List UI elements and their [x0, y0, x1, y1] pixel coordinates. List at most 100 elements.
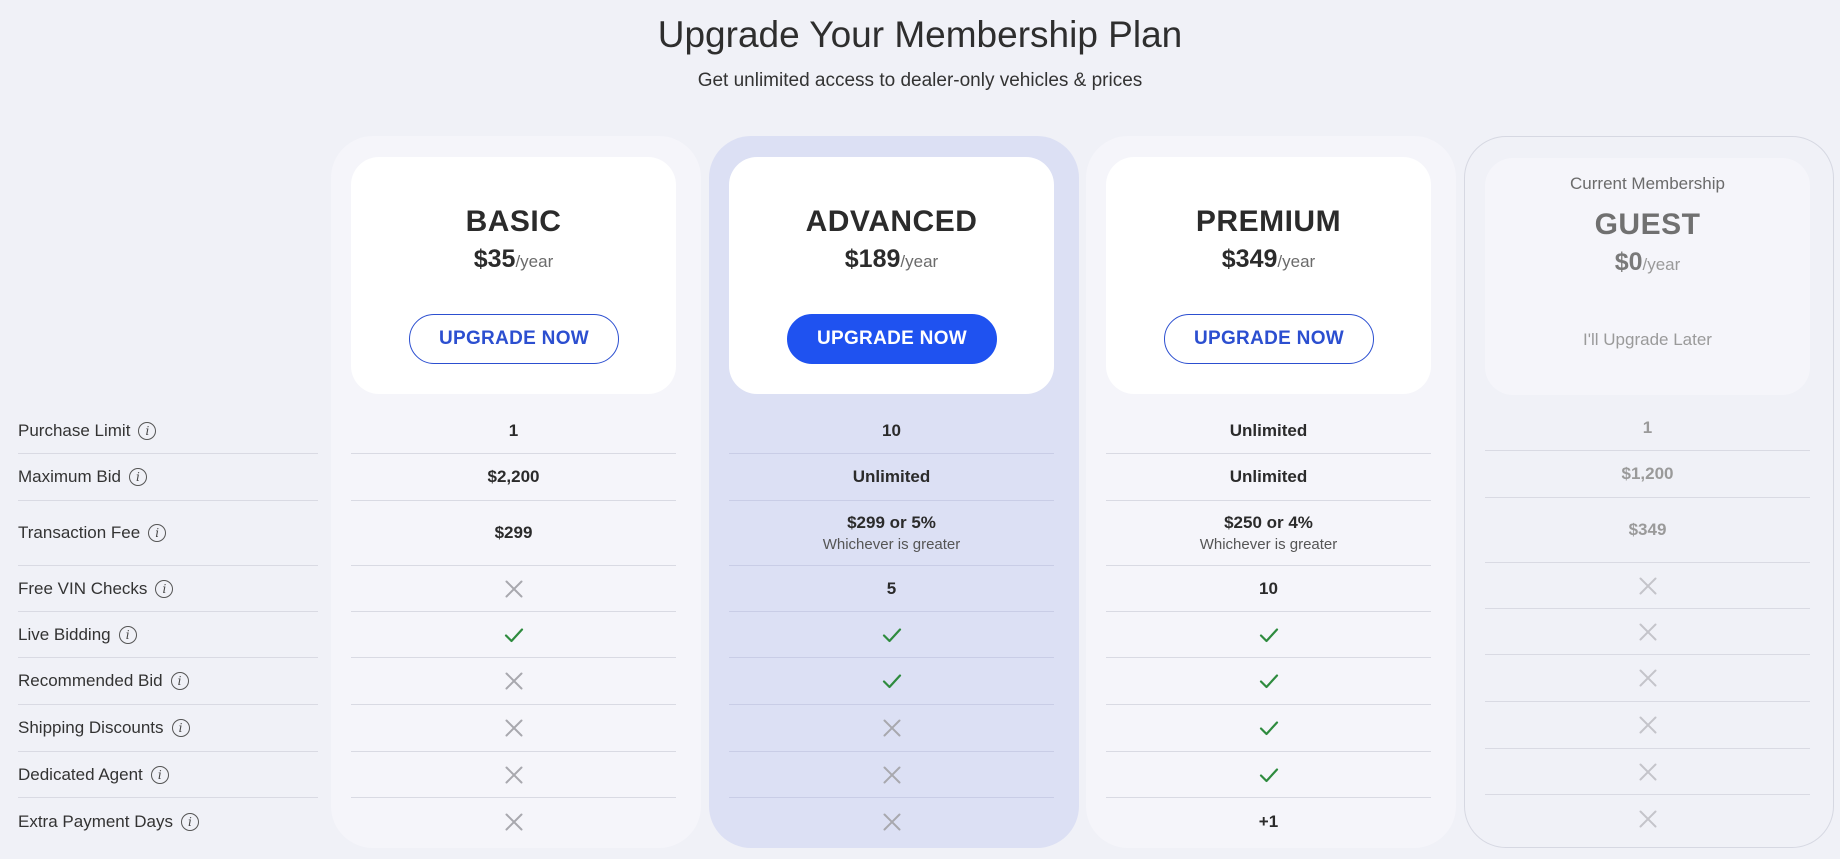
cross-icon	[1639, 810, 1656, 827]
feature-value-transaction-fee: $299 or 5% Whichever is greater	[729, 501, 1054, 566]
feature-row-dedicated-agent: Dedicated Agent i	[18, 752, 318, 798]
feature-value-maximum-bid: Unlimited	[1106, 454, 1431, 501]
feature-value-purchase-limit: 1	[1485, 405, 1810, 451]
plan-card: PREMIUM $349/year UPGRADE NOW	[1106, 157, 1431, 394]
value-text: +1	[1258, 811, 1279, 831]
plan-feature-values: 10 Unlimited $299 or 5% Whichever is greate…	[729, 408, 1054, 845]
price-amount: $349	[1221, 245, 1278, 273]
feature-row-live-bidding: Live Bidding i	[18, 612, 318, 658]
price-period: /year	[1642, 255, 1681, 274]
upgrade-now-button[interactable]: UPGRADE NOW	[787, 314, 997, 364]
feature-value-transaction-fee: $299	[351, 501, 676, 566]
value-text: Unlimited	[1229, 467, 1308, 486]
feature-row-extra-payment-days: Extra Payment Days i	[18, 798, 318, 845]
feature-value-free-vin-checks: 5	[729, 566, 1054, 612]
price-period: /year	[515, 252, 554, 271]
plan-name: BASIC	[465, 205, 562, 238]
feature-row-transaction-fee: Transaction Fee i	[18, 501, 318, 566]
upgrade-now-button[interactable]: UPGRADE NOW	[409, 314, 619, 364]
feature-row-free-vin-checks: Free VIN Checks i	[18, 566, 318, 612]
feature-row-purchase-limit: Purchase Limit i	[18, 408, 318, 454]
feature-label: Recommended Bid	[18, 671, 163, 690]
current-membership-label: Current Membership	[1570, 174, 1725, 193]
info-icon[interactable]: i	[148, 524, 167, 542]
feature-value-live-bidding	[729, 612, 1054, 658]
info-icon[interactable]: i	[128, 468, 147, 486]
cross-icon	[883, 719, 900, 737]
feature-value-shipping-discounts	[1485, 702, 1810, 749]
cross-icon	[505, 813, 522, 830]
price-amount: $189	[844, 245, 901, 273]
info-icon[interactable]: i	[118, 625, 137, 644]
price-amount: $35	[473, 245, 516, 273]
plan-name: GUEST	[1594, 208, 1701, 241]
value-text: $250 or 4%	[1224, 513, 1313, 532]
feature-value-purchase-limit: 1	[351, 408, 676, 454]
value-text: $299	[494, 523, 533, 542]
check-icon	[1259, 767, 1278, 782]
value-text: Unlimited	[852, 467, 931, 486]
plan-column-guest: Current Membership GUEST $0/year I'll Upgra…	[1464, 136, 1834, 848]
cross-icon	[1639, 763, 1656, 780]
feature-value-recommended-bid	[1485, 655, 1810, 702]
plan-feature-values: Unlimited Unlimited $250 or 4% Whichever is…	[1106, 408, 1431, 845]
value-text: $1,200	[1621, 464, 1674, 483]
info-icon[interactable]: i	[150, 765, 169, 784]
feature-value-free-vin-checks	[1485, 563, 1810, 609]
info-icon[interactable]: i	[155, 579, 174, 598]
cross-icon	[505, 580, 522, 597]
feature-value-purchase-limit: Unlimited	[1106, 408, 1431, 454]
feature-value-free-vin-checks: 10	[1106, 566, 1431, 612]
page-subtitle: Get unlimited access to dealer-only vehi…	[697, 70, 1143, 91]
feature-value-purchase-limit: 10	[729, 408, 1054, 454]
value-text: $349	[1628, 520, 1667, 539]
value-note: Whichever is greater	[1199, 536, 1338, 553]
plan-feature-values: 1 $1,200 $349	[1485, 405, 1810, 842]
cross-icon	[1639, 577, 1656, 594]
plan-card: BASIC $35/year UPGRADE NOW	[351, 157, 676, 394]
check-icon	[882, 627, 901, 642]
feature-value-shipping-discounts	[729, 705, 1054, 752]
info-icon[interactable]: i	[171, 719, 190, 737]
plan-name: ADVANCED	[805, 205, 978, 238]
cross-icon	[1639, 623, 1656, 640]
feature-value-shipping-discounts	[351, 705, 676, 752]
value-text: Unlimited	[1229, 420, 1308, 440]
check-icon	[1259, 674, 1278, 689]
value-text: 1	[1642, 417, 1653, 437]
info-icon[interactable]: i	[170, 672, 189, 690]
plan-column-premium: PREMIUM $349/year UPGRADE NOW Unlimited Unli…	[1086, 136, 1456, 848]
check-icon	[1259, 721, 1278, 736]
price-amount: $0	[1614, 248, 1643, 276]
feature-row-shipping-discounts: Shipping Discounts i	[18, 705, 318, 752]
value-text: 1	[508, 420, 519, 440]
feature-value-extra-payment-days	[1485, 795, 1810, 842]
feature-value-recommended-bid	[729, 658, 1054, 705]
feature-value-live-bidding	[351, 612, 676, 658]
value-text: $299 or 5%	[847, 513, 936, 532]
upgrade-later-link[interactable]: I'll Upgrade Later	[1485, 330, 1810, 350]
info-icon[interactable]: i	[138, 421, 157, 440]
feature-value-shipping-discounts	[1106, 705, 1431, 752]
feature-label: Live Bidding	[18, 624, 111, 644]
feature-label: Dedicated Agent	[18, 764, 143, 784]
feature-value-transaction-fee: $250 or 4% Whichever is greater	[1106, 501, 1431, 566]
feature-value-live-bidding	[1106, 612, 1431, 658]
plan-price: $349/year	[1106, 245, 1431, 274]
feature-value-free-vin-checks	[351, 566, 676, 612]
value-note: Whichever is greater	[822, 536, 961, 553]
plan-column-advanced: ADVANCED $189/year UPGRADE NOW 10 Unlimited $…	[709, 136, 1079, 848]
check-icon	[882, 674, 901, 689]
cross-icon	[505, 766, 522, 783]
value-text: 5	[886, 578, 897, 598]
value-text: $2,200	[487, 467, 540, 486]
feature-label: Shipping Discounts	[18, 718, 164, 737]
feature-value-dedicated-agent	[1485, 749, 1810, 795]
upgrade-now-button[interactable]: UPGRADE NOW	[1164, 314, 1374, 364]
feature-labels: Purchase Limit i Maximum Bid i Transaction F…	[18, 408, 318, 845]
feature-label: Transaction Fee	[18, 523, 141, 542]
plan-name: PREMIUM	[1195, 205, 1342, 238]
feature-value-extra-payment-days	[729, 798, 1054, 845]
info-icon[interactable]: i	[180, 812, 199, 831]
value-text: 10	[882, 420, 901, 440]
